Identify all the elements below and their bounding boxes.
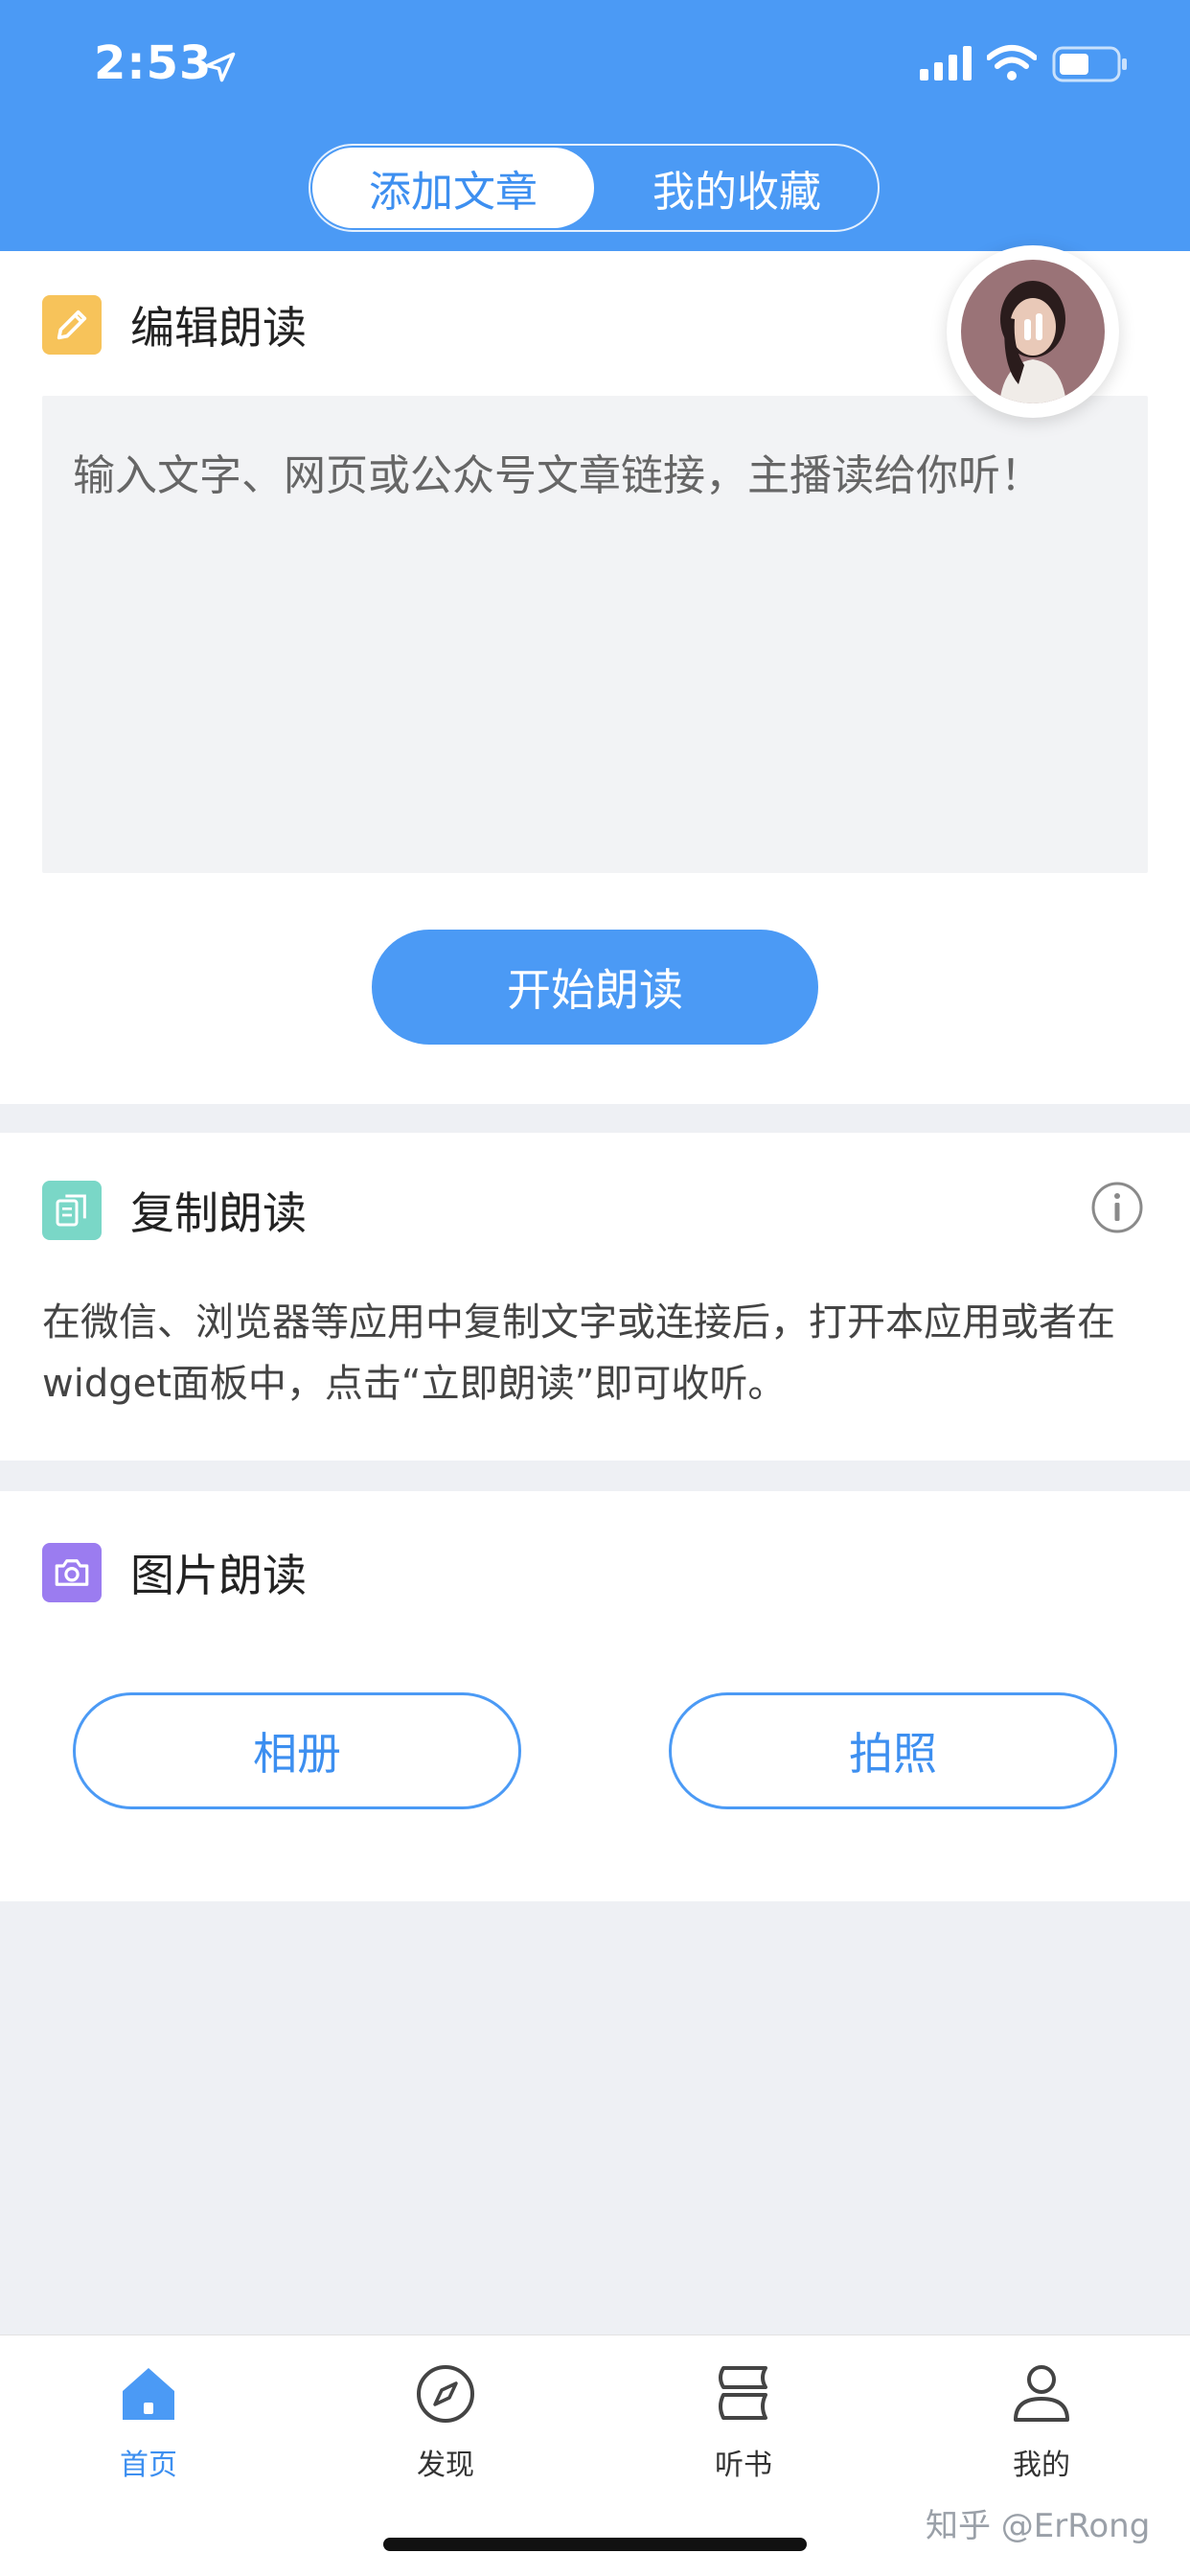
tab-mine-label: 我的 xyxy=(1013,2449,1070,2482)
start-reading-button[interactable]: 开始朗读 xyxy=(372,930,818,1045)
cellular-signal-icon xyxy=(920,46,972,80)
copy-read-description: 在微信、浏览器等应用中复制文字或连接后，打开本应用或者在widget面板中，点击… xyxy=(42,1300,1115,1406)
tab-discover-label: 发现 xyxy=(417,2449,474,2482)
wifi-icon xyxy=(987,45,1037,80)
copy-read-section: 复制朗读 在微信、浏览器等应用中复制文字或连接后，打开本应用或者在widget面… xyxy=(0,1133,1190,1460)
tab-mine[interactable]: 我的 xyxy=(946,2360,1137,2495)
copy-icon xyxy=(42,1181,102,1240)
tab-add-article[interactable]: 添加文章 xyxy=(312,148,594,228)
home-indicator xyxy=(383,2538,807,2551)
watermark: 知乎 @ErRong xyxy=(926,2507,1151,2545)
camera-button[interactable]: 拍照 xyxy=(669,1692,1117,1809)
compass-icon xyxy=(417,2365,474,2423)
tab-home[interactable]: 首页 xyxy=(53,2360,244,2495)
image-read-title: 图片朗读 xyxy=(130,1550,307,1601)
info-icon[interactable] xyxy=(1090,1181,1144,1234)
tab-my-favorites[interactable]: 我的收藏 xyxy=(596,146,878,230)
status-time: 2:53 xyxy=(94,36,213,90)
camera-icon xyxy=(42,1543,102,1602)
battery-icon xyxy=(1052,46,1127,82)
profile-icon xyxy=(1014,2365,1069,2422)
copy-read-title: 复制朗读 xyxy=(130,1187,307,1239)
host-avatar-button[interactable] xyxy=(947,245,1119,418)
tab-discover[interactable]: 发现 xyxy=(350,2360,541,2495)
home-icon xyxy=(123,2368,174,2420)
book-icon xyxy=(719,2366,767,2420)
tab-home-label: 首页 xyxy=(120,2449,177,2482)
article-text-input[interactable] xyxy=(42,396,1148,873)
location-arrow-icon xyxy=(205,52,236,82)
image-read-section: 图片朗读 相册 拍照 xyxy=(0,1491,1190,1901)
album-button[interactable]: 相册 xyxy=(73,1692,521,1809)
avatar xyxy=(961,260,1105,403)
tab-audiobook[interactable]: 听书 xyxy=(648,2360,839,2495)
segmented-control: 添加文章 我的收藏 xyxy=(309,144,880,232)
pencil-icon xyxy=(42,295,102,355)
edit-read-title: 编辑朗读 xyxy=(130,302,307,354)
tab-audiobook-label: 听书 xyxy=(715,2449,772,2482)
top-header: 2:53 添加文章 我的收藏 xyxy=(0,0,1190,251)
